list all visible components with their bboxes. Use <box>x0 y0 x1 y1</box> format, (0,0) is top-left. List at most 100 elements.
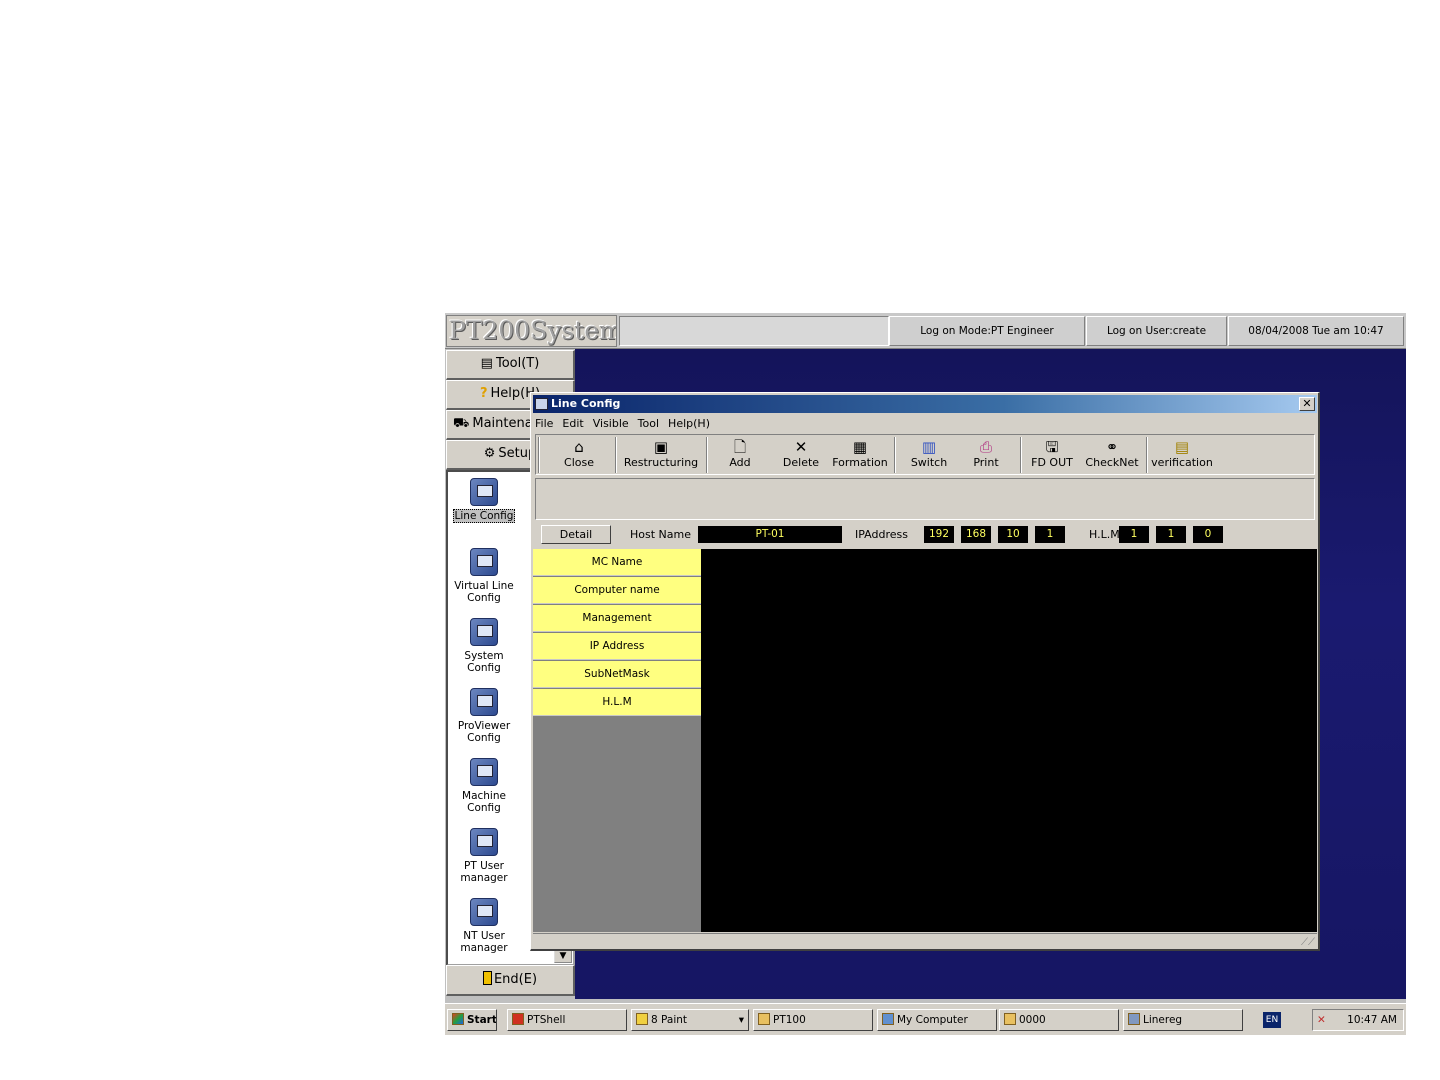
window-menubar: File Edit Visible Tool Help(H) <box>535 415 719 433</box>
start-button[interactable]: Start <box>447 1009 497 1031</box>
formation-icon: ▦ <box>852 438 868 456</box>
menu-file[interactable]: File <box>535 417 553 430</box>
logon-user: Log on User:create <box>1086 316 1227 346</box>
taskbar-my-computer[interactable]: My Computer <box>877 1009 997 1031</box>
end-button-label: End(E) <box>493 972 538 987</box>
close-tool-button[interactable]: ⌂ Close <box>546 437 612 473</box>
taskbar-my-computer-label: My Computer <box>897 1014 968 1026</box>
maintenance-menu-label: Maintenar <box>472 416 539 431</box>
restructuring-tool-button[interactable]: ▣ Restructuring <box>620 437 702 473</box>
print-tool-button[interactable]: ⎙ Print <box>966 437 1006 473</box>
group-dropdown-icon: ▾ <box>738 1014 744 1026</box>
row-header-subnetmask: SubNetMask <box>533 661 701 688</box>
menu-help[interactable]: Help(H) <box>668 417 710 430</box>
header-blank-field <box>619 316 889 346</box>
taskbar-pt100-label: PT100 <box>773 1014 806 1026</box>
config-grid[interactable]: MC Name Computer name Management IP Addr… <box>533 549 1317 932</box>
fd-out-icon: 🖫 <box>1045 438 1059 456</box>
home-icon: ⌂ <box>574 438 584 456</box>
add-tool-label: Add <box>729 456 751 469</box>
folder-icon <box>1004 1013 1016 1025</box>
toolbar-separator <box>1020 437 1022 473</box>
windows-logo-icon <box>452 1013 464 1025</box>
nt-user-manager-label: NT User manager <box>460 930 508 954</box>
toolbar-separator <box>538 437 540 473</box>
hlm-value-1: 1 <box>1119 526 1149 543</box>
app-screen: PT200System Log on Mode:PT Engineer Log … <box>445 313 1406 1035</box>
window-close-button[interactable]: ✕ <box>1299 397 1315 411</box>
row-header-ip-address: IP Address <box>533 633 701 660</box>
header-datetime: 08/04/2008 Tue am 10:47 <box>1228 316 1404 346</box>
machine-config-item[interactable]: Machine Config <box>448 758 520 814</box>
ip-octet-1: 192 <box>924 526 954 543</box>
toolbar-separator <box>1146 437 1148 473</box>
tool-menu-label: Tool(T) <box>495 356 540 371</box>
switch-tool-button[interactable]: ▥ Switch <box>904 437 954 473</box>
system-config-item[interactable]: System Config <box>448 618 520 674</box>
header-bar: PT200System Log on Mode:PT Engineer Log … <box>445 313 1406 349</box>
switch-icon: ▥ <box>921 438 937 456</box>
panel-scroll-down[interactable]: ▼ <box>554 949 572 963</box>
linereg-icon <box>1128 1013 1140 1025</box>
folder-icon <box>758 1013 770 1025</box>
ip-octet-4: 1 <box>1035 526 1065 543</box>
tray-clock[interactable]: 10:47 AM <box>1347 1014 1397 1026</box>
formation-tool-button[interactable]: ▦ Formation <box>832 437 888 473</box>
help-icon: ? <box>479 386 488 401</box>
taskbar-linereg[interactable]: Linereg <box>1123 1009 1243 1031</box>
ip-octet-3: 10 <box>998 526 1028 543</box>
line-config-window: Line Config ✕ File Edit Visible Tool Help(H)… <box>530 392 1320 951</box>
virtual-line-config-icon <box>470 548 498 576</box>
verification-tool-button[interactable]: ▤ verification <box>1150 437 1214 473</box>
taskbar-pt100[interactable]: PT100 <box>753 1009 873 1031</box>
verification-tool-label: verification <box>1151 456 1213 469</box>
tool-menu-button[interactable]: ▤ Tool(T) <box>446 350 575 380</box>
checknet-icon: ⚭ <box>1105 438 1119 456</box>
formation-tool-label: Formation <box>832 456 888 469</box>
taskbar-paint-group[interactable]: 8 Paint ▾ <box>631 1009 749 1031</box>
nt-user-manager-icon <box>470 898 498 926</box>
virtual-line-config-item[interactable]: Virtual Line Config <box>448 548 520 604</box>
pt-user-manager-item[interactable]: PT User manager <box>448 828 520 884</box>
taskbar-0000[interactable]: 0000 <box>999 1009 1119 1031</box>
fd-out-tool-label: FD OUT <box>1031 456 1073 469</box>
add-document-icon: 🗋 <box>733 438 747 456</box>
window-statusbar: ⟋⟋ <box>533 933 1317 949</box>
checknet-tool-label: CheckNet <box>1085 456 1139 469</box>
hlm-value-2: 1 <box>1156 526 1186 543</box>
language-indicator[interactable]: EN <box>1263 1012 1281 1028</box>
detail-button[interactable]: Detail <box>541 525 611 544</box>
app-logo: PT200System <box>446 315 617 347</box>
host-info-row: Detail Host Name PT-01 IPAddress 192 168… <box>535 523 1315 547</box>
line-config-icon <box>470 478 498 506</box>
taskbar-ptshell[interactable]: PTShell <box>507 1009 627 1031</box>
grid-row-headers: MC Name Computer name Management IP Addr… <box>533 549 701 932</box>
restructuring-tool-label: Restructuring <box>623 456 699 469</box>
logon-mode: Log on Mode:PT Engineer <box>889 316 1085 346</box>
switch-tool-label: Switch <box>910 456 948 469</box>
ip-address-label: IPAddress <box>855 528 908 541</box>
end-button[interactable]: End(E) <box>446 965 575 996</box>
close-tool-label: Close <box>564 456 594 469</box>
checknet-tool-button[interactable]: ⚭ CheckNet <box>1084 437 1140 473</box>
menu-tool[interactable]: Tool <box>638 417 659 430</box>
network-tray-icon[interactable]: ✕ <box>1313 1010 1326 1030</box>
window-toolbar: ⌂ Close ▣ Restructuring 🗋 Add ✕ Delete ▦ Form… <box>535 434 1315 475</box>
taskbar-ptshell-label: PTShell <box>527 1014 566 1026</box>
delete-tool-button[interactable]: ✕ Delete <box>776 437 826 473</box>
virtual-line-config-label: Virtual Line Config <box>454 580 514 604</box>
proviewer-config-item[interactable]: ProViewer Config <box>448 688 520 744</box>
proviewer-config-label: ProViewer Config <box>457 720 511 744</box>
setup-icon: ⚙ <box>483 446 496 461</box>
menu-visible[interactable]: Visible <box>593 417 629 430</box>
line-config-item[interactable]: Line Config <box>448 478 520 523</box>
nt-user-manager-item[interactable]: NT User manager <box>448 898 520 954</box>
window-app-icon <box>535 398 548 410</box>
proviewer-config-icon <box>470 688 498 716</box>
host-name-value: PT-01 <box>698 526 842 543</box>
add-tool-button[interactable]: 🗋 Add <box>718 437 762 473</box>
menu-edit[interactable]: Edit <box>562 417 583 430</box>
window-titlebar[interactable]: Line Config ✕ <box>533 395 1317 413</box>
fd-out-tool-button[interactable]: 🖫 FD OUT <box>1028 437 1076 473</box>
resize-grip-icon[interactable]: ⟋⟋ <box>1301 937 1315 948</box>
